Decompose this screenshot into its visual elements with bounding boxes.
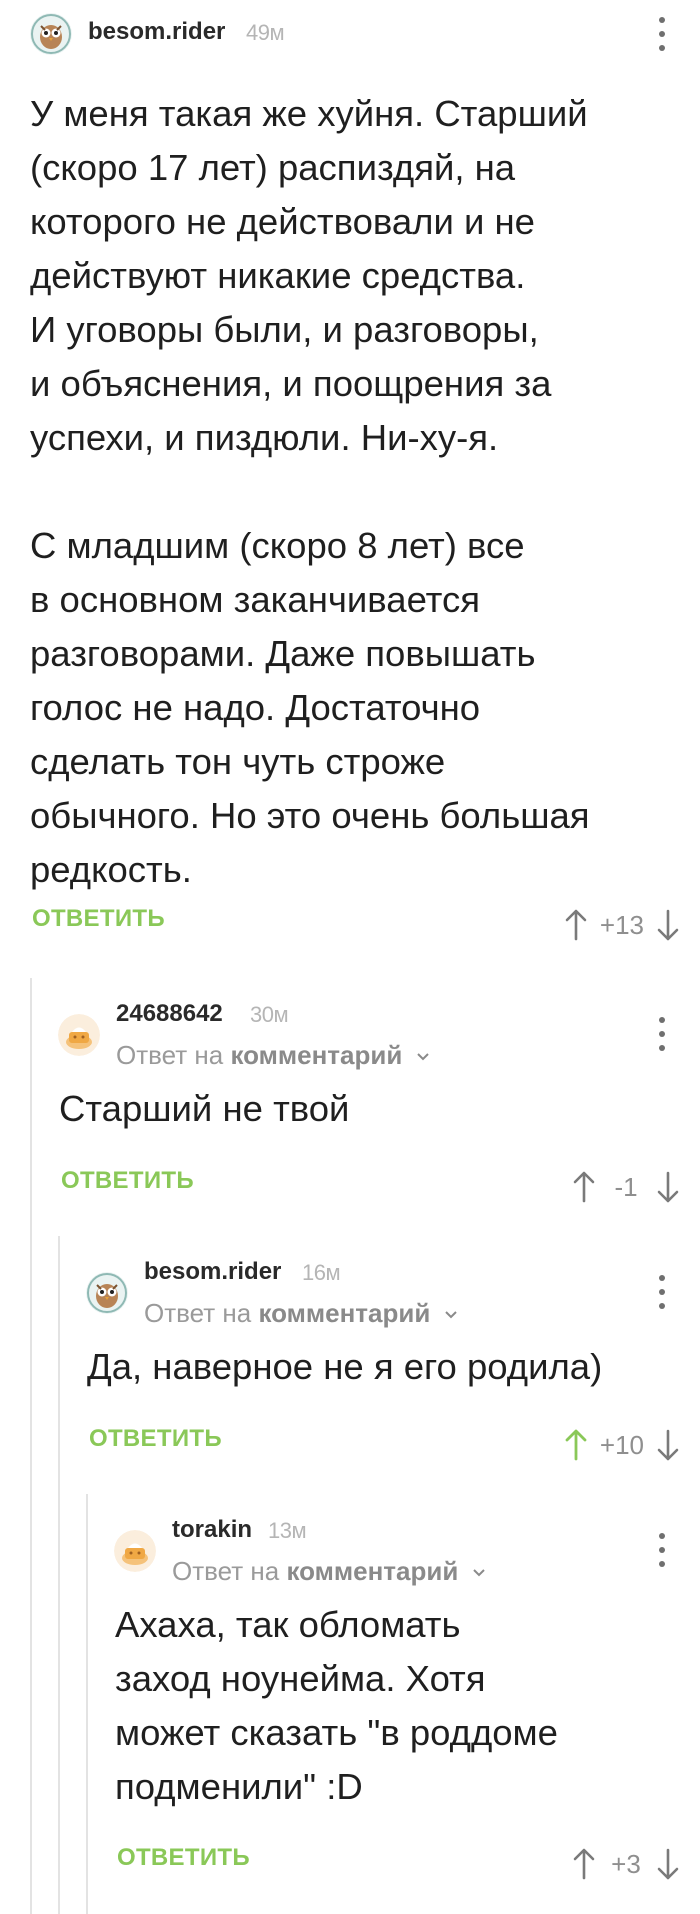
arrow-down-icon[interactable] — [654, 1170, 682, 1204]
thread-line — [86, 1494, 88, 1914]
arrow-up-icon[interactable] — [570, 1847, 598, 1881]
reply-to-prefix: Ответ на — [116, 1040, 231, 1070]
comment-header: besom.rider 16м Ответ на комментарий — [86, 1240, 700, 1328]
reply-to-target[interactable]: комментарий — [230, 1040, 402, 1070]
more-vertical-icon[interactable] — [650, 1014, 674, 1054]
vote-control: -1 — [570, 1167, 682, 1207]
thread-line — [58, 1236, 60, 1914]
comment-actions: ОТВЕТИТЬ +10 — [89, 1425, 682, 1465]
comment-text: У меня такая же хуйня. Старший (скоро 17… — [30, 93, 590, 890]
username[interactable]: 24688642 — [116, 1000, 223, 1028]
user-avatar[interactable] — [58, 1014, 100, 1056]
comment: besom.rider 49м У меня такая же хуйня. С… — [0, 0, 700, 960]
more-vertical-icon[interactable] — [650, 1272, 674, 1312]
comment-header: torakin 13м Ответ на комментарий — [114, 1498, 700, 1586]
chevron-down-icon — [444, 1311, 457, 1319]
comment-text: Ахаха, так обломать заход ноунейма. Хотя… — [115, 1604, 558, 1807]
arrow-up-icon[interactable] — [562, 1428, 590, 1462]
chevron-down-icon — [416, 1053, 429, 1061]
reply-button[interactable]: ОТВЕТИТЬ — [117, 1844, 250, 1872]
username[interactable]: besom.rider — [144, 1258, 281, 1286]
score: +10 — [599, 1429, 644, 1460]
reply-to-target[interactable]: комментарий — [258, 1298, 430, 1328]
reply-button[interactable]: ОТВЕТИТЬ — [61, 1167, 194, 1195]
comments-page: besom.rider 49м У меня такая же хуйня. С… — [0, 0, 700, 1914]
comment-header: 24688642 30м Ответ на комментарий — [58, 982, 700, 1070]
reply-to-prefix: Ответ на — [144, 1298, 259, 1328]
vote-control: +10 — [562, 1425, 682, 1465]
user-avatar[interactable] — [86, 1272, 128, 1314]
arrow-up-icon[interactable] — [570, 1170, 598, 1204]
arrow-up-icon[interactable] — [562, 908, 590, 942]
comment-actions: ОТВЕТИТЬ +3 — [117, 1844, 682, 1884]
vote-control: +13 — [562, 905, 682, 945]
owl-avatar-icon — [30, 13, 72, 55]
user-avatar[interactable] — [30, 13, 72, 55]
user-avatar[interactable] — [114, 1530, 156, 1572]
comment-actions: ОТВЕТИТЬ +13 — [32, 905, 682, 945]
vote-control: +3 — [570, 1844, 682, 1884]
thread-line — [30, 978, 32, 1914]
reply-to-prefix: Ответ на — [172, 1556, 287, 1586]
reply-to-line[interactable]: Ответ на комментарий — [144, 1298, 458, 1329]
more-vertical-icon[interactable] — [650, 1530, 674, 1570]
comment-text: Старший не твой — [59, 1088, 350, 1129]
default-avatar-icon — [58, 1014, 100, 1056]
chevron-down-icon — [472, 1569, 485, 1577]
reply-button[interactable]: ОТВЕТИТЬ — [89, 1425, 222, 1453]
owl-avatar-icon — [86, 1272, 128, 1314]
reply-to-target[interactable]: комментарий — [286, 1556, 458, 1586]
username[interactable]: besom.rider — [88, 18, 225, 46]
comment-time: 49м — [246, 20, 285, 45]
reply-button[interactable]: ОТВЕТИТЬ — [32, 905, 165, 933]
comment-time: 30м — [250, 1002, 289, 1027]
arrow-down-icon[interactable] — [654, 1847, 682, 1881]
score: +3 — [611, 1848, 641, 1879]
reply-to-line[interactable]: Ответ на комментарий — [116, 1040, 430, 1071]
arrow-down-icon[interactable] — [654, 908, 682, 942]
comment: besom.rider 16м Ответ на комментарий Да,… — [86, 1240, 700, 1490]
reply-to-line[interactable]: Ответ на комментарий — [172, 1556, 486, 1587]
comment-actions: ОТВЕТИТЬ -1 — [61, 1167, 682, 1207]
comment-header: besom.rider 49м — [0, 0, 700, 70]
more-vertical-icon[interactable] — [650, 14, 674, 54]
username[interactable]: torakin — [172, 1516, 252, 1544]
comment: 24688642 30м Ответ на комментарий Старши… — [58, 982, 700, 1232]
comment-text: Да, наверное не я его родила) — [87, 1346, 603, 1387]
comment-time: 13м — [268, 1518, 307, 1543]
score: -1 — [614, 1171, 638, 1202]
arrow-down-icon[interactable] — [654, 1428, 682, 1462]
score: +13 — [599, 909, 644, 940]
comment-time: 16м — [302, 1260, 341, 1285]
default-avatar-icon — [114, 1530, 156, 1572]
comment: torakin 13м Ответ на комментарий Ахаха, … — [114, 1498, 700, 1914]
